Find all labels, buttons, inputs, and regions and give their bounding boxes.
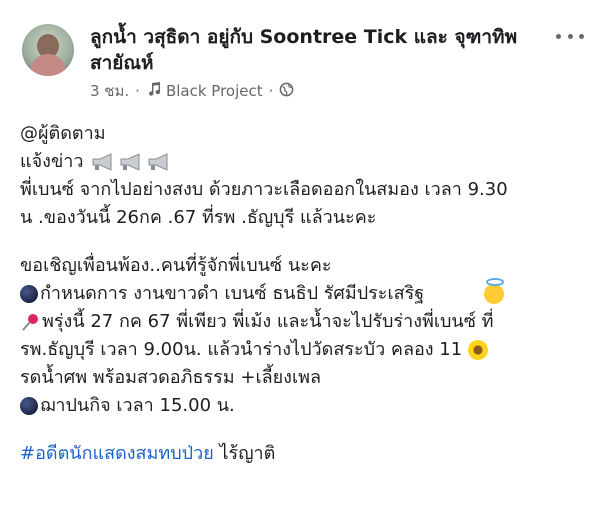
megaphone-icon [92,153,112,171]
body-line: น .ของวันนี้ 26กค .67 ที่รพ .ธัญบุรี แล้… [20,207,377,228]
schedule-line: กำหนดการ งานขาวดำ เบนซ์ ธนธิป รัศมีประเส… [20,278,588,308]
pin-text: พรุ่งนี้ 27 กค 67 พี่เพียว พี่เม้ง และน้… [42,311,494,332]
cremation-text: ฌาปนกิจ เวลา 15.00 น. [40,395,235,416]
new-moon-icon [20,397,38,415]
dot-1 [556,33,561,39]
avatar-body-shape [30,54,66,76]
pushpin-icon [22,314,38,331]
hashtag-link[interactable]: #อดีตนักแสดงสมทบป่วย [20,440,214,468]
megaphone-icons [91,152,171,172]
music-note-icon [146,81,162,101]
announce-text: แจ้งข่าว [20,151,84,172]
body-line: ขอเชิญเพื่อนพ้อง..คนที่รู้จักพี่เบนซ์ นะ… [20,255,332,276]
location-text: รพ.ธัญบุรี เวลา 9.00น. แล้วนำร่างไปวัดสร… [20,339,463,360]
megaphone-icon [120,153,140,171]
hashtag-suffix: ไร้ญาติ [213,443,276,464]
pin-line: พรุ่งนี้ 27 กค 67 พี่เพียว พี่เม้ง และน้… [20,308,588,336]
music-label[interactable]: Black Project [166,82,263,100]
mention-followers[interactable]: @ผู้ติดตาม [20,120,106,148]
post-header: ลูกน้ำ วสุธิดา อยู่กับ Soontree Tick และ… [0,0,600,110]
post-time[interactable]: 3 ชม. [90,79,129,103]
mention-line: @ผู้ติดตาม [20,120,588,148]
meta-separator-2: · [268,82,274,100]
author-avatar[interactable] [22,24,74,76]
more-dots-icon[interactable] [556,28,584,44]
announce-line: แจ้งข่าว [20,148,588,176]
new-moon-icon [20,285,38,303]
cremation-line: ฌาปนกิจ เวลา 15.00 น. [20,392,588,420]
sunflower-icon [468,340,489,360]
post-body: @ผู้ติดตาม แจ้งข่าว พี่เบนซ์ จากไปอย่างส… [20,120,588,468]
dot-2 [567,33,573,39]
meta-separator: · [135,82,140,100]
angel-face-icon [484,278,505,304]
body-line: พี่เบนซ์ จากไปอย่างสงบ ด้วยภาวะเลือดออกใ… [20,179,508,200]
megaphone-icon [148,153,168,171]
hashtag-line: #อดีตนักแสดงสมทบป่วย ไร้ญาติ [20,440,588,468]
author-names[interactable]: ลูกน้ำ วสุธิดา อยู่กับ Soontree Tick และ… [90,24,550,76]
post-meta: 3 ชม. · Black Project · [90,80,294,102]
body-line: รพ.ธัญบุรี เวลา 9.00น. แล้วนำร่างไปวัดสร… [20,336,588,364]
schedule-text: กำหนดการ งานขาวดำ เบนซ์ ธนธิป รัศมีประเส… [40,283,425,304]
body-line: รดน้ำศพ พร้อมสวดอภิธรรม +เลี้ยงเพล [20,367,322,388]
globe-icon[interactable] [279,82,294,101]
dot-3 [579,33,584,39]
